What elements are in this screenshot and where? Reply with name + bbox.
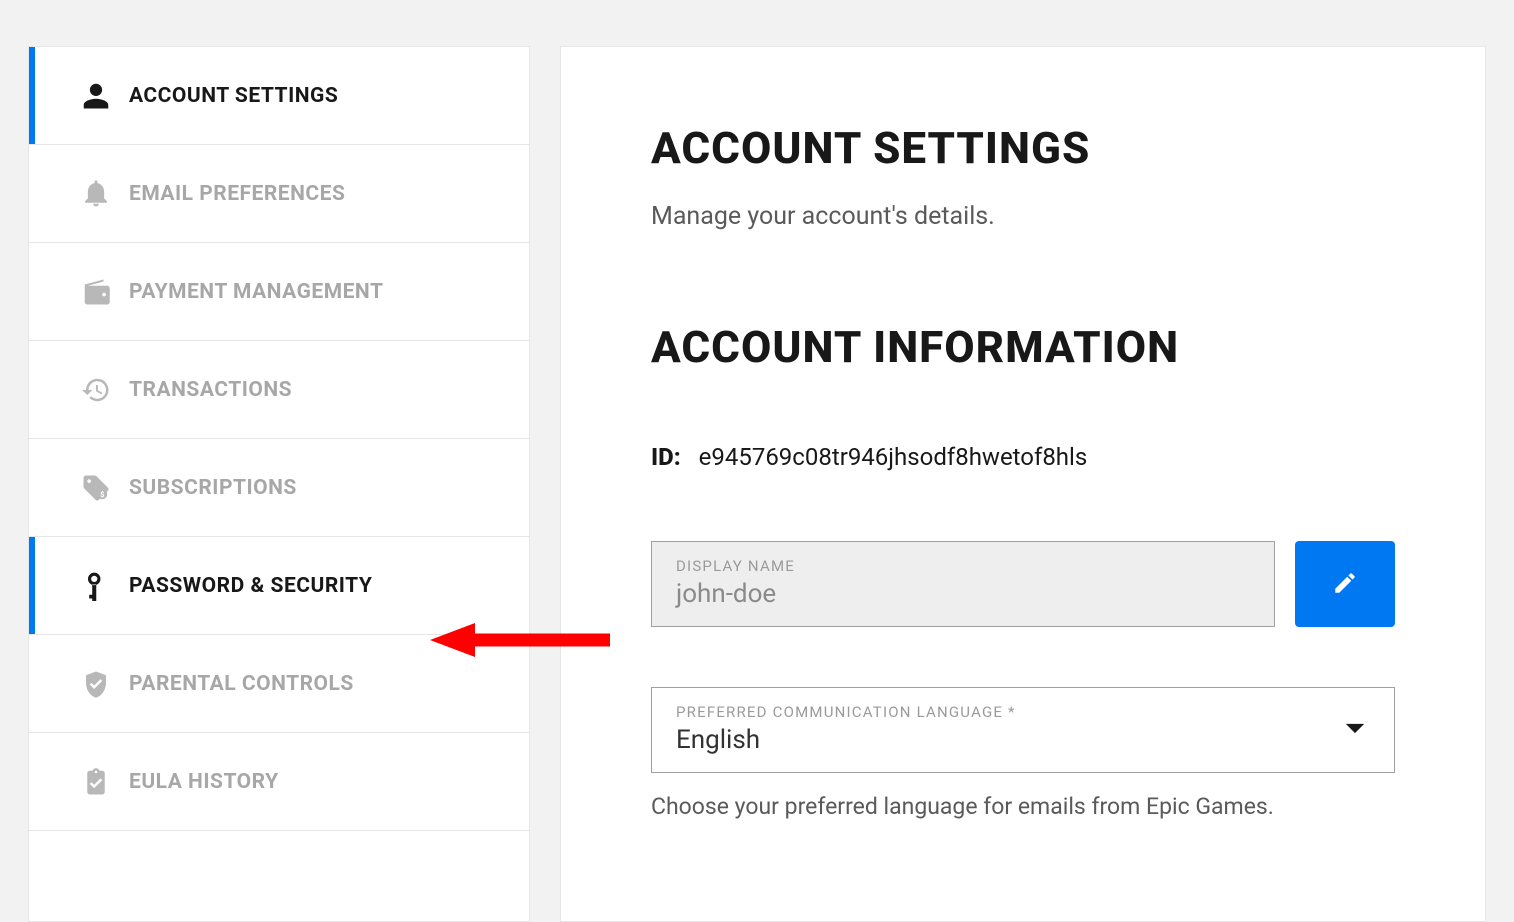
sidebar-item-label: SUBSCRIPTIONS	[129, 476, 297, 500]
person-icon	[79, 79, 113, 113]
sidebar-item-account-settings[interactable]: ACCOUNT SETTINGS	[29, 47, 529, 145]
tag-icon: $	[79, 471, 113, 505]
display-name-label: DISPLAY NAME	[676, 557, 1250, 575]
sidebar-item-label: PARENTAL CONTROLS	[129, 672, 354, 696]
id-label: ID:	[651, 443, 681, 471]
main-content: ACCOUNT SETTINGS Manage your account's d…	[560, 46, 1486, 922]
sidebar-item-label: PAYMENT MANAGEMENT	[129, 280, 383, 304]
display-name-row: DISPLAY NAME john-doe	[651, 541, 1395, 627]
chevron-down-icon	[1344, 721, 1366, 740]
language-value: English	[676, 725, 1370, 755]
wallet-icon	[79, 275, 113, 309]
edit-display-name-button[interactable]	[1295, 541, 1395, 627]
display-name-value: john-doe	[676, 579, 1250, 609]
sidebar-item-label: PASSWORD & SECURITY	[129, 574, 372, 598]
bell-icon	[79, 177, 113, 211]
sidebar-item-password-security[interactable]: PASSWORD & SECURITY	[29, 537, 529, 635]
sidebar-item-label: ACCOUNT SETTINGS	[129, 84, 338, 108]
sidebar-item-label: EULA HISTORY	[129, 770, 279, 794]
sidebar-item-label: EMAIL PREFERENCES	[129, 182, 345, 206]
clipboard-check-icon	[79, 765, 113, 799]
sidebar-item-email-preferences[interactable]: EMAIL PREFERENCES	[29, 145, 529, 243]
language-label: PREFERRED COMMUNICATION LANGUAGE *	[676, 703, 1370, 721]
page-subtitle: Manage your account's details.	[651, 202, 1395, 231]
account-id-row: ID: e945769c08tr946jhsodf8hwetof8hls	[651, 443, 1395, 471]
id-value: e945769c08tr946jhsodf8hwetof8hls	[699, 443, 1088, 471]
sidebar-item-parental-controls[interactable]: PARENTAL CONTROLS	[29, 635, 529, 733]
language-select[interactable]: PREFERRED COMMUNICATION LANGUAGE * Engli…	[651, 687, 1395, 773]
sidebar-item-eula-history[interactable]: EULA HISTORY	[29, 733, 529, 831]
shield-check-icon	[79, 667, 113, 701]
sidebar-item-label: TRANSACTIONS	[129, 378, 292, 402]
page-title: ACCOUNT SETTINGS	[651, 122, 1395, 174]
svg-text:$: $	[100, 489, 104, 498]
sidebar-item-transactions[interactable]: TRANSACTIONS	[29, 341, 529, 439]
sidebar-item-subscriptions[interactable]: $ SUBSCRIPTIONS	[29, 439, 529, 537]
sidebar: ACCOUNT SETTINGS EMAIL PREFERENCES PAYME…	[28, 46, 530, 922]
key-icon	[79, 569, 113, 603]
sidebar-item-payment-management[interactable]: PAYMENT MANAGEMENT	[29, 243, 529, 341]
display-name-field: DISPLAY NAME john-doe	[651, 541, 1275, 627]
history-icon	[79, 373, 113, 407]
section-title: ACCOUNT INFORMATION	[651, 321, 1395, 373]
language-helper-text: Choose your preferred language for email…	[651, 793, 1395, 820]
pencil-icon	[1332, 570, 1358, 599]
